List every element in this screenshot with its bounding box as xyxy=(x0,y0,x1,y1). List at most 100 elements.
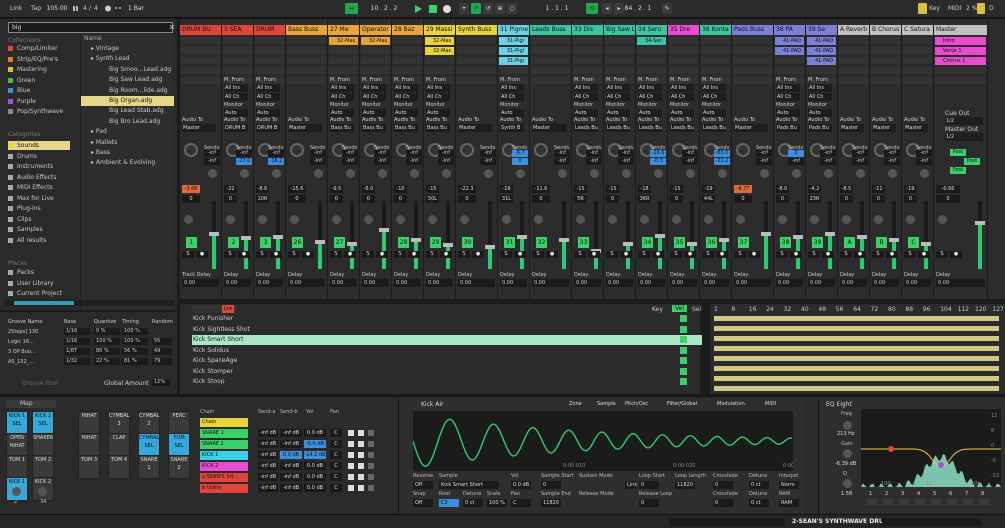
eq-band-2-handle[interactable] xyxy=(938,462,944,468)
sampler-tab[interactable]: Pitch/Osc xyxy=(625,401,648,407)
chain-solo-icon[interactable] xyxy=(358,430,364,436)
input-type-select[interactable]: All Ins xyxy=(426,84,450,92)
clip-slot[interactable] xyxy=(605,37,634,45)
vel-tab[interactable]: Vel xyxy=(672,305,687,312)
clip-slot[interactable] xyxy=(669,37,698,45)
send-c-knob[interactable] xyxy=(314,169,323,178)
volume-fader[interactable] xyxy=(241,236,251,240)
track-title[interactable]: 33 Dis xyxy=(572,25,603,35)
solo-button[interactable]: S xyxy=(840,251,852,258)
pan-small-knob[interactable] xyxy=(534,215,543,224)
peak-readout[interactable]: -15 xyxy=(670,185,683,193)
input-type-select[interactable]: All Ins xyxy=(574,84,598,92)
name-column-header[interactable]: Name xyxy=(84,35,102,42)
send-a-field[interactable]: -inf xyxy=(916,150,932,157)
clip-slot[interactable] xyxy=(573,37,602,45)
send-c-knob[interactable] xyxy=(516,169,525,178)
velocity-range-bar[interactable] xyxy=(714,386,999,391)
send-a-field[interactable]: -inf xyxy=(342,150,358,157)
volume-readout[interactable]: 0 xyxy=(936,195,960,203)
category-item[interactable]: All results xyxy=(8,236,46,245)
groove-timing-field[interactable]: 56 % xyxy=(122,348,148,355)
input-channel-select[interactable]: All Ch xyxy=(362,93,386,101)
solo-button[interactable]: S xyxy=(532,251,544,258)
groove-quantize-field[interactable]: 80 % xyxy=(94,348,120,355)
volume-readout[interactable]: 0 xyxy=(532,195,550,203)
peak-readout[interactable]: -4.2 xyxy=(808,185,821,193)
eq-band-filter-icon[interactable] xyxy=(915,499,925,505)
send-a-field[interactable]: -16.6 xyxy=(650,150,666,157)
chain-solo-icon[interactable] xyxy=(358,452,364,458)
browser-item[interactable]: Big Saw Lead.adg xyxy=(81,75,174,85)
groove-column-header[interactable]: Quantize xyxy=(94,318,116,326)
chain-name[interactable]: SNARE 1 xyxy=(200,429,248,438)
clip-slot[interactable] xyxy=(223,57,252,65)
input-channel-select[interactable]: All Ch xyxy=(256,93,280,101)
sampler-param-value[interactable]: RAM xyxy=(779,499,799,507)
place-item[interactable]: Current Project xyxy=(8,289,62,298)
volume-fader[interactable] xyxy=(793,235,803,239)
volume-fader[interactable] xyxy=(347,242,357,246)
volume-fader[interactable] xyxy=(857,235,867,239)
solo-button[interactable]: S xyxy=(256,251,268,258)
peak-readout[interactable]: -8.77 xyxy=(734,185,752,193)
output-select[interactable]: Leads Bu xyxy=(638,124,662,132)
send-b-field[interactable]: -inf xyxy=(554,158,570,165)
sampler-param-value[interactable]: 0 xyxy=(639,481,659,489)
drum-pad[interactable]: OPEN HIHAT xyxy=(6,433,28,457)
eq-band-filter-icon[interactable] xyxy=(979,499,989,505)
clip-slot[interactable] xyxy=(637,47,666,55)
sampler-param-value[interactable]: 0 xyxy=(713,481,733,489)
arm-button[interactable]: ● xyxy=(440,251,452,258)
track-activator[interactable]: 2 xyxy=(228,237,239,248)
track-delay-field[interactable]: 0.00 xyxy=(734,279,771,287)
track-title[interactable]: Synth Buss xyxy=(456,25,497,35)
peak-readout[interactable]: -10 xyxy=(394,185,407,193)
sampler-param-value[interactable]: 0 xyxy=(639,499,659,507)
arm-button[interactable]: ● xyxy=(270,251,282,258)
send-c-knob[interactable] xyxy=(240,169,249,178)
track-title[interactable]: 34 Seru xyxy=(636,25,667,35)
pad-knob-value[interactable]: 34 xyxy=(40,499,46,505)
send-c-knob[interactable] xyxy=(442,169,451,178)
chain-toggle-icon[interactable] xyxy=(680,315,687,322)
computer-keyboard-icon[interactable] xyxy=(918,3,927,14)
chain-name[interactable]: b Utility xyxy=(200,484,248,493)
clip[interactable]: Chorus 1 xyxy=(935,57,986,65)
pad-knob[interactable] xyxy=(38,487,47,496)
input-type-select[interactable]: All Ins xyxy=(702,84,726,92)
volume-readout[interactable]: 0 xyxy=(458,195,476,203)
clip[interactable]: Verse 1 xyxy=(935,47,986,55)
chain-mute-icon[interactable] xyxy=(348,463,354,469)
send-c-knob[interactable] xyxy=(484,169,493,178)
send-a-field[interactable]: -inf xyxy=(820,150,836,157)
eq-band-selector[interactable]: 1 xyxy=(869,491,872,497)
chain-send-a[interactable]: -inf dB xyxy=(258,429,278,437)
clip-slot[interactable] xyxy=(181,67,220,75)
browser-search-input[interactable]: big xyxy=(8,22,173,33)
eq-band-filter-icon[interactable] xyxy=(947,499,957,505)
clip[interactable]: 41-PAD xyxy=(775,37,804,45)
clip[interactable]: 41-PAD xyxy=(807,57,836,65)
clip-slot[interactable] xyxy=(393,57,422,65)
browser-item[interactable]: Big Lead Stab.adg xyxy=(81,106,174,116)
output-select[interactable]: DRUM B xyxy=(224,124,248,132)
track-title[interactable]: A Reverb xyxy=(838,25,869,35)
session-record-icon[interactable]: ○ xyxy=(507,3,517,14)
send-a-field[interactable]: -inf xyxy=(268,150,284,157)
chain-pan[interactable]: C xyxy=(330,484,342,492)
volume-fader[interactable] xyxy=(315,240,325,244)
arm-button[interactable]: ● xyxy=(344,251,356,258)
pad-knob[interactable] xyxy=(12,487,21,496)
clip-slot[interactable] xyxy=(181,47,220,55)
eq-q-knob[interactable] xyxy=(843,479,852,488)
clip-slot[interactable] xyxy=(871,57,900,65)
chain-volume[interactable]: 0.0 dB xyxy=(304,462,326,470)
input-channel-select[interactable]: All Ch xyxy=(574,93,598,101)
capture-icon[interactable]: ⊕ xyxy=(495,3,505,14)
track-delay-field[interactable]: 0.00 xyxy=(288,279,325,287)
clip-slot[interactable] xyxy=(733,67,772,75)
chain-pan[interactable]: C xyxy=(330,473,342,481)
peak-readout[interactable]: -0.66 xyxy=(936,185,960,193)
track-activator[interactable]: 27 xyxy=(334,237,345,248)
